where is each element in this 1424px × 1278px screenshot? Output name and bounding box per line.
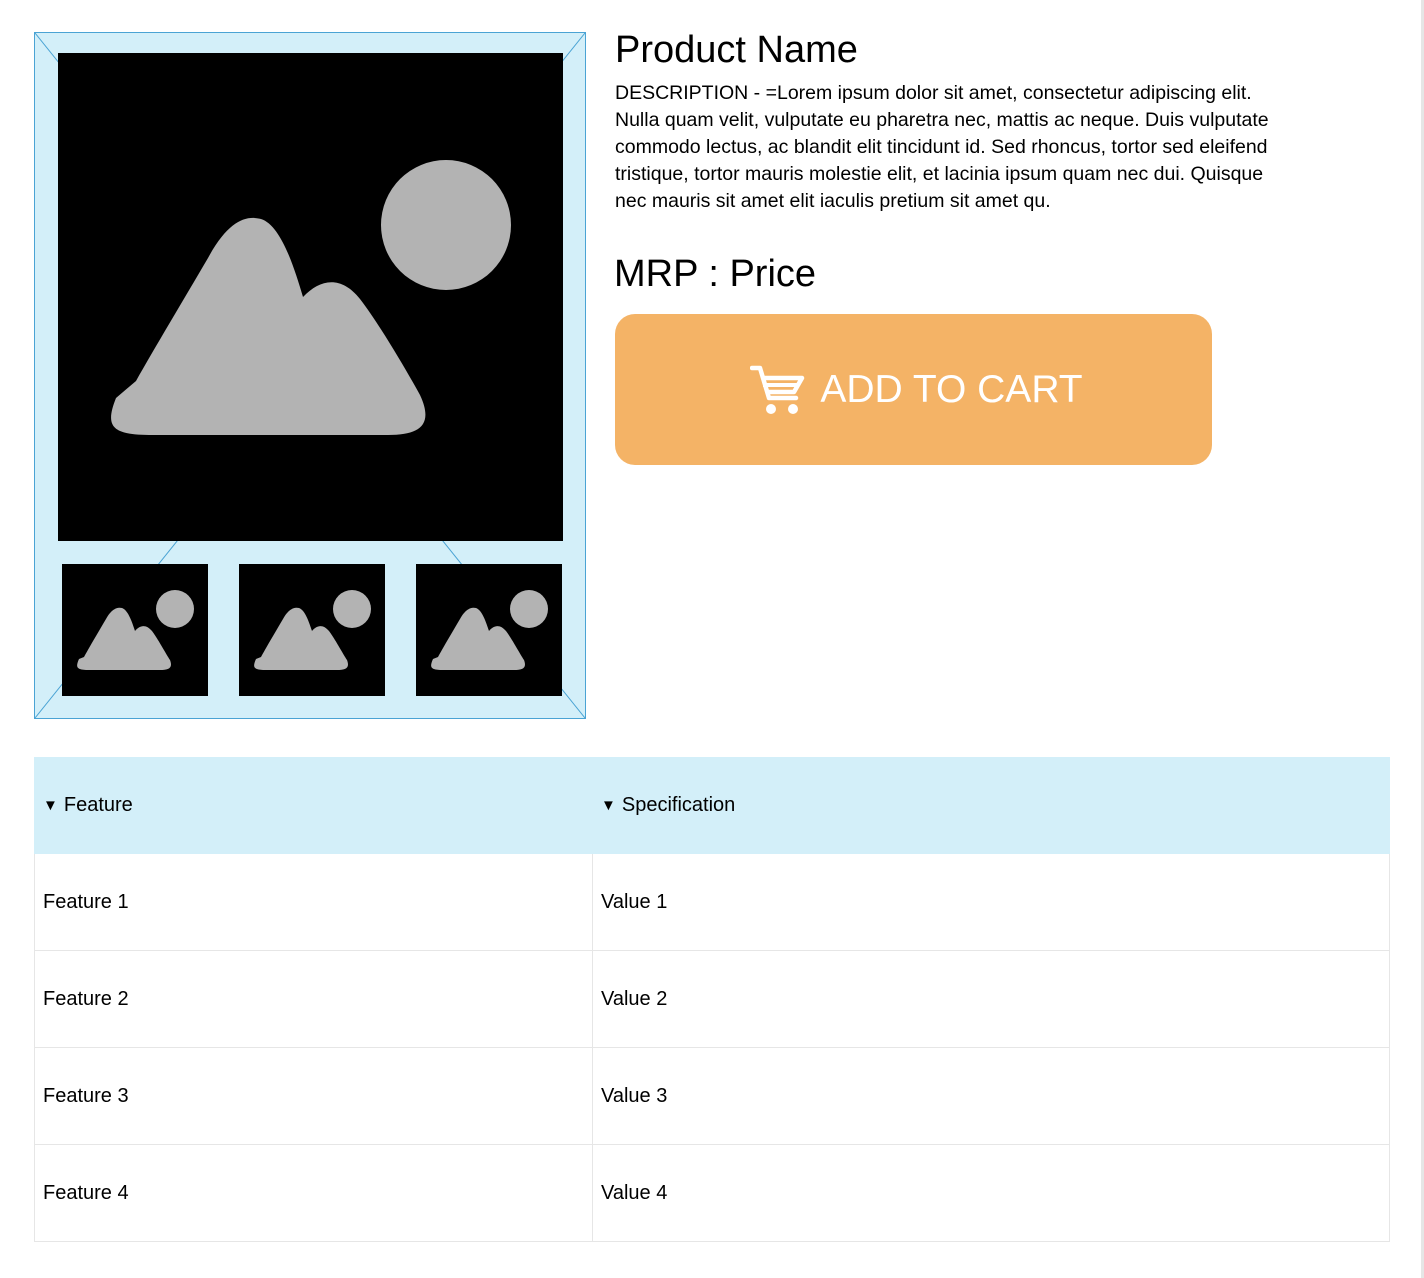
value-cell: Value 4 (592, 1144, 1390, 1242)
feature-cell: Feature 1 (34, 853, 593, 951)
product-price: MRP : Price (614, 252, 816, 296)
shopping-cart-icon (750, 362, 806, 418)
spec-table: ▼ Feature ▼ Specification Feature 1 Value … (34, 757, 1390, 1242)
thumbnail-3[interactable] (416, 564, 562, 696)
feature-cell: Feature 3 (34, 1047, 593, 1145)
table-row: Feature 4 Value 4 (34, 1144, 1390, 1242)
price-separator: : (697, 253, 730, 295)
product-description: DESCRIPTION - =Lorem ipsum dolor sit ame… (615, 82, 1269, 212)
feature-header-label: Feature (63, 794, 133, 816)
table-row: Feature 2 Value 2 (34, 950, 1390, 1048)
feature-column-header[interactable]: ▼ Feature (34, 757, 593, 854)
table-header-row: ▼ Feature ▼ Specification (34, 757, 1390, 854)
table-row: Feature 3 Value 3 (34, 1047, 1390, 1145)
product-name: Product Name (615, 29, 858, 71)
feature-cell: Feature 4 (34, 1144, 593, 1242)
price-value: Price (729, 253, 817, 295)
table-row: Feature 1 Value 1 (34, 853, 1390, 951)
value-cell: Value 2 (592, 950, 1390, 1048)
thumbnail-2[interactable] (239, 564, 385, 696)
product-image-gallery (34, 32, 586, 719)
value-cell: Value 1 (592, 853, 1390, 951)
image-placeholder-icon (111, 160, 511, 435)
image-placeholder-icon (254, 590, 371, 670)
specification-column-header[interactable]: ▼ Specification (592, 757, 1390, 854)
image-placeholder-icon (431, 590, 548, 670)
sort-down-icon: ▼ (601, 797, 616, 814)
image-placeholder-icon (77, 590, 194, 670)
price-label: MRP (614, 253, 698, 295)
add-to-cart-button[interactable]: ADD TO CART (615, 314, 1212, 465)
value-cell: Value 3 (592, 1047, 1390, 1145)
add-to-cart-label: ADD TO CART (820, 367, 1083, 411)
sort-down-icon: ▼ (43, 797, 58, 814)
feature-cell: Feature 2 (34, 950, 593, 1048)
specification-header-label: Specification (621, 794, 736, 816)
thumbnail-1[interactable] (62, 564, 208, 696)
main-product-image[interactable] (58, 53, 563, 541)
